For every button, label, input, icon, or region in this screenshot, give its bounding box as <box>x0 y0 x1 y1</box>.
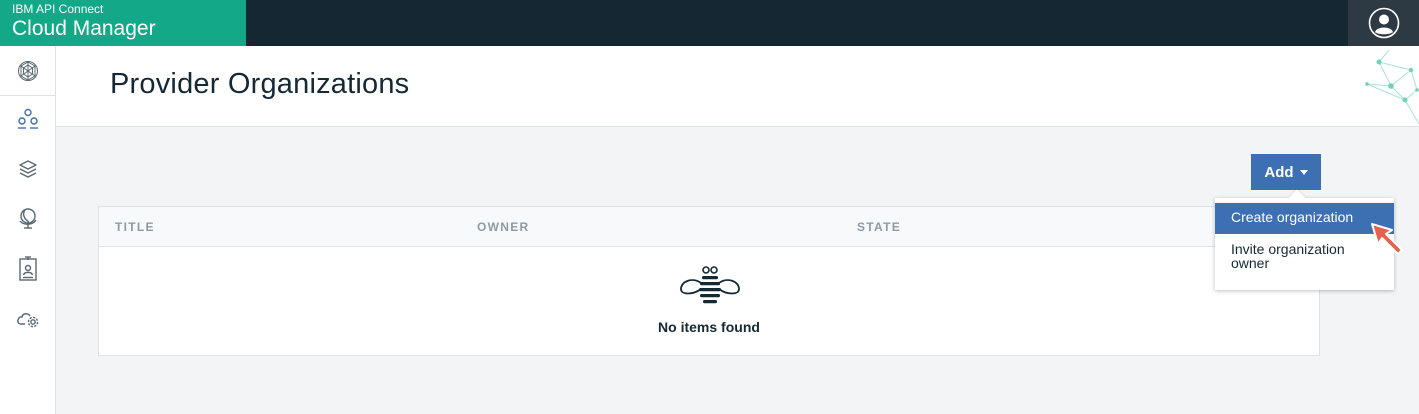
column-header-title[interactable]: TITLE <box>115 220 155 234</box>
empty-state-message: No items found <box>658 319 760 335</box>
nav-item-catalogs[interactable] <box>0 144 55 194</box>
table-header: TITLE OWNER STATE <box>99 207 1319 247</box>
nav-item-organizations[interactable] <box>0 94 55 144</box>
page-header: Provider Organizations <box>56 46 1419 127</box>
provider-organizations-table: TITLE OWNER STATE No items found <box>98 206 1320 356</box>
layers-icon <box>18 160 37 178</box>
nav-item-topology[interactable] <box>0 194 55 244</box>
user-menu-button[interactable] <box>1348 0 1419 46</box>
organizations-icon <box>17 108 38 129</box>
network-decoration-graphic <box>1365 49 1419 125</box>
add-button[interactable]: Add <box>1251 154 1321 190</box>
network-globe-icon <box>17 60 38 81</box>
mouse-pointer-icon <box>1371 223 1403 255</box>
product-brand[interactable]: IBM API Connect Cloud Manager <box>0 0 246 46</box>
globe-stand-icon <box>18 208 37 229</box>
bee-icon <box>680 266 740 304</box>
page-title: Provider Organizations <box>110 68 410 100</box>
product-name-label: Cloud Manager <box>12 17 156 40</box>
side-navigation <box>0 46 56 414</box>
cloud-settings-icon <box>16 313 38 328</box>
caret-down-icon <box>1299 169 1308 175</box>
add-button-label: Add <box>1264 163 1294 181</box>
user-avatar-icon <box>1368 7 1399 39</box>
top-header-bar: IBM API Connect Cloud Manager <box>0 0 1419 46</box>
column-header-state[interactable]: STATE <box>857 220 901 234</box>
id-badge-icon <box>18 256 37 281</box>
nav-item-members[interactable] <box>0 244 55 294</box>
nav-item-settings[interactable] <box>0 294 55 344</box>
product-line-label: IBM API Connect <box>12 2 104 16</box>
nav-item-home[interactable] <box>0 46 55 96</box>
column-header-owner[interactable]: OWNER <box>477 220 530 234</box>
